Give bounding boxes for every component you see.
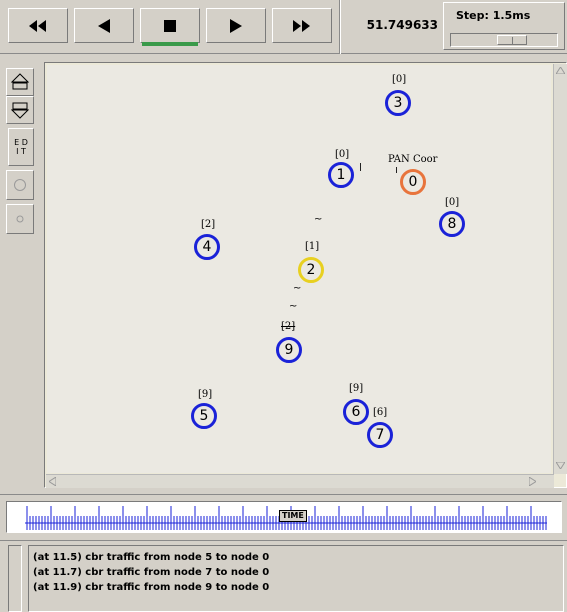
node-8-id: 8 [447,216,457,232]
large-circle-icon [14,179,26,191]
node-7[interactable]: 7 [367,422,393,448]
chevron-up-icon [556,67,565,74]
step-label: Step: 1.5ms [456,9,531,22]
stop-icon [164,19,176,32]
log-line: (at 11.9) cbr traffic from node 9 to nod… [33,582,270,593]
node-9-queue-label: [2] [281,321,296,332]
stop-button[interactable] [140,8,200,43]
log-line: (at 11.5) cbr traffic from node 5 to nod… [33,552,270,563]
node-8[interactable]: 8 [439,211,465,237]
scroll-left-button[interactable] [46,475,59,488]
step-panel: Step: 1.5ms [443,2,565,50]
zoom-in-icon [11,73,29,90]
node-3-id: 3 [393,95,403,111]
node-5-queue-label: [9] [198,389,213,400]
rewind-icon [29,19,46,32]
node-3-queue-label: [0] [392,74,407,85]
play-forward-button[interactable] [206,8,266,43]
time-marker[interactable]: TIME [279,510,307,522]
rewind-button[interactable] [8,8,68,43]
fast-forward-icon [293,19,310,32]
packet-mark: ~ [293,283,302,294]
play-forward-icon [230,18,242,33]
tool-column: E D I T [5,64,37,494]
node-4-queue-label: [2] [201,219,216,230]
node-1-id: 1 [336,167,346,183]
zoom-out-button[interactable] [6,96,34,124]
node-1-queue-label: [0] [335,149,350,160]
node-6-id: 6 [351,404,361,420]
node-7-queue-label: [6] [373,407,388,418]
packet-mark [360,163,361,171]
zoom-in-button[interactable] [6,68,34,96]
node-2[interactable]: 2 [298,257,324,283]
event-log: (at 11.5) cbr traffic from node 5 to nod… [28,545,564,612]
node-0-id: 0 [408,174,418,190]
network-canvas[interactable]: [0] 3 [0] 1 PAN Coor 0 [0] 8 [2] 4 ~ ~ ~… [47,65,551,473]
node-3[interactable]: 3 [385,90,411,116]
node-2-queue-label: [1] [305,241,320,252]
node-4[interactable]: 4 [194,234,220,260]
log-scrollbar[interactable] [8,545,22,612]
edit-button[interactable]: E D I T [8,128,34,166]
chevron-left-icon [49,477,56,486]
node-5-id: 5 [199,408,209,424]
edit-label-2: I T [16,147,26,156]
node-tool-button[interactable] [6,170,34,200]
scroll-down-button[interactable] [554,459,567,472]
node-7-id: 7 [375,427,385,443]
edit-label-1: E D [14,138,28,147]
canvas-frame: [0] 3 [0] 1 PAN Coor 0 [0] 8 [2] 4 ~ ~ ~… [44,62,567,488]
canvas-horizontal-scrollbar[interactable] [46,474,554,488]
step-slider-thumb[interactable] [497,35,527,45]
node-4-id: 4 [202,239,212,255]
toolbar-separator [339,0,341,54]
active-indicator [142,42,198,46]
simulation-time: 51.749633 [366,18,438,32]
pan-coordinator-label: PAN Coor [388,154,438,165]
toolbar: 51.749633 Step: 1.5ms [0,0,567,54]
node-6-queue-label: [9] [349,383,364,394]
log-panel: (at 11.5) cbr traffic from node 5 to nod… [0,540,567,612]
scroll-up-button[interactable] [554,64,567,77]
node-9-id: 9 [284,342,294,358]
small-circle-icon [16,215,24,223]
chevron-down-icon [556,462,565,469]
node-0[interactable]: 0 [400,169,426,195]
small-node-tool-button[interactable] [6,204,34,234]
play-backward-icon [98,18,110,33]
node-9[interactable]: 9 [276,337,302,363]
zoom-out-icon [11,102,29,119]
packet-mark: ~ [314,214,323,225]
packet-mark: ~ [289,301,298,312]
chevron-right-icon [529,477,536,486]
play-backward-button[interactable] [74,8,134,43]
node-8-queue-label: [0] [445,197,460,208]
node-1[interactable]: 1 [328,162,354,188]
timeline-panel: TIME [0,494,567,538]
canvas-vertical-scrollbar[interactable] [553,64,567,474]
node-5[interactable]: 5 [191,403,217,429]
node-2-id: 2 [306,262,316,278]
fast-forward-button[interactable] [272,8,332,43]
step-slider[interactable] [450,33,558,47]
packet-mark [396,167,397,173]
timeline[interactable]: TIME [6,501,562,533]
node-6[interactable]: 6 [343,399,369,425]
log-line: (at 11.7) cbr traffic from node 7 to nod… [33,567,270,578]
scroll-right-button[interactable] [526,475,539,488]
